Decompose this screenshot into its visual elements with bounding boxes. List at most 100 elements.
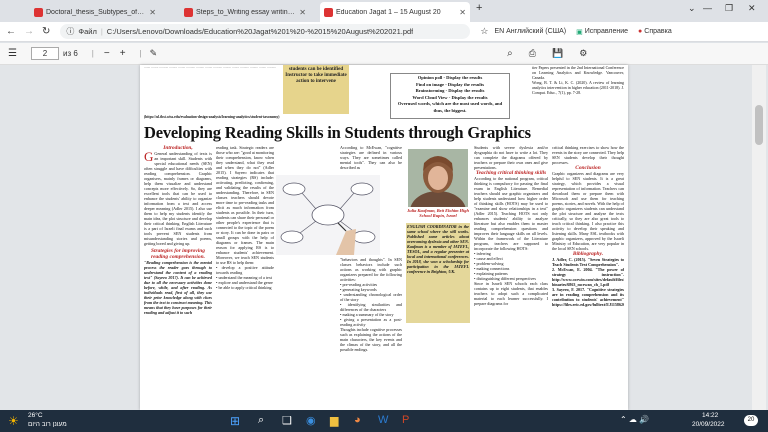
column-3-left [282, 257, 338, 410]
weather-icon: ☀ [8, 414, 19, 428]
ref-text: Wong, B. T. & Li, K. C. (2020). A review… [532, 80, 624, 95]
minimize-button[interactable]: — [703, 3, 712, 13]
pdf-file-icon [184, 7, 193, 17]
body-text: Students with severe dyslexia and/or dys… [474, 145, 548, 170]
url-field[interactable]: ⓘ Файл | C:/Users/Lenovo/Downloads/Educa… [60, 24, 471, 39]
close-tab-icon[interactable]: ✕ [299, 8, 306, 17]
tab-title: Doctoral_thesis_Subtypes_of_De [46, 8, 147, 16]
author-bio: ENGLISH COORDINATOR in the same school w… [406, 223, 470, 323]
column-6: critical thinking exercises to show how … [552, 145, 624, 410]
clock-time[interactable]: 14:22 [702, 412, 718, 419]
word-icon[interactable]: W [378, 414, 388, 426]
photo-caption: Julia Kaufman, Beit Elohim High School R… [407, 208, 469, 219]
hots-list: • inferring • cause and effect • problem… [474, 251, 536, 281]
activity-list: • pre-reading activities • generating ke… [340, 282, 402, 327]
weather-text[interactable]: מעונן רוב היום [28, 421, 67, 428]
body-text: "behaviors and thoughts". In SEN classes… [340, 257, 402, 282]
box-line: Opinion poll - Display the results [417, 75, 483, 80]
task-view-icon[interactable]: ❑ [282, 414, 292, 427]
url-text: C:/Users/Lenovo/Downloads/Education%20Ja… [106, 27, 414, 36]
section-heading: Strategies for improving reading compreh… [151, 248, 205, 260]
pdf-file-icon [34, 7, 43, 17]
page-total-label: из 6 [62, 49, 78, 58]
file-explorer-icon[interactable]: ▆ [330, 414, 338, 427]
graphic-organizer-illustration [276, 175, 380, 255]
top-left-text: ....... ........ .......... ......... ..… [144, 65, 277, 69]
zoom-in-icon[interactable]: + [120, 48, 126, 59]
bibliography-list: J. Adler, C. (2015). "Seven Strategies t… [552, 257, 624, 307]
save-icon[interactable]: 💾 [552, 48, 563, 59]
search-icon[interactable]: ⌕ [507, 48, 513, 59]
body-text: reading task. Strategic readers are thos… [216, 145, 274, 265]
scrollbar-thumb[interactable] [755, 105, 763, 145]
clock-date[interactable]: 20/09/2022 [692, 421, 725, 428]
tab-title: Steps_to_Writing essay writing b [196, 8, 297, 16]
notification-badge[interactable]: 20 [744, 415, 758, 426]
column-3-lower: "behaviors and thoughts". In SEN classes… [340, 257, 402, 410]
box-line: thus, the biggest. [433, 107, 467, 113]
print-icon[interactable]: ⎙ [529, 48, 536, 59]
pdf-viewer[interactable]: ....... ........ .......... ......... ..… [0, 65, 768, 410]
system-tray-icons[interactable]: ⌃ ☁ 🔊 [620, 415, 649, 424]
search-taskbar-icon[interactable]: ⌕ [258, 414, 264, 427]
body-text: According to the national program, criti… [474, 176, 548, 251]
url-scheme-label: Файл [78, 27, 97, 36]
box-line: Find on image - Display the results [415, 81, 485, 87]
tab-doctoral-thesis[interactable]: Doctoral_thesis_Subtypes_of_De ✕ [30, 2, 160, 22]
reload-icon[interactable]: ↻ [42, 26, 50, 37]
chrome-icon[interactable]: ◕ [354, 414, 361, 426]
zoom-out-icon[interactable]: − [104, 48, 110, 59]
settings-icon[interactable]: ⚙ [579, 48, 587, 59]
menu-icon[interactable]: ☰ [8, 48, 17, 59]
tab-search-icon[interactable]: ⌄ [688, 3, 696, 14]
box-line: Overused words, which are the most used … [397, 101, 503, 107]
powerpoint-icon[interactable]: P [402, 414, 409, 426]
article-headline: Developing Reading Skills in Students th… [144, 123, 531, 142]
column-2: reading task. Strategic readers are thos… [216, 145, 274, 410]
top-right-refs: tier Papers presented in the 2nd Interna… [532, 65, 624, 121]
close-window-button[interactable]: ✕ [748, 3, 756, 14]
citation-text: (https://ul.tbst.wiss.edu/evaluation-des… [144, 115, 280, 119]
ref-text: tier Papers presented in the 2nd Interna… [532, 65, 624, 80]
page-number-input[interactable]: 2 [30, 47, 59, 60]
browser-tab-bar: Doctoral_thesis_Subtypes_of_De ✕ Steps_t… [0, 0, 768, 22]
start-icon[interactable]: ⊞ [230, 414, 240, 428]
maximize-button[interactable]: ❐ [725, 3, 733, 14]
back-icon[interactable]: ← [6, 26, 16, 37]
forward-icon[interactable]: → [24, 26, 34, 37]
pdf-file-icon [324, 7, 333, 17]
intro-paragraph: G General understanding of texts is an im… [144, 149, 212, 246]
pdf-page: ....... ........ .......... ......... ..… [140, 65, 628, 410]
fix-extension[interactable]: ▣ Исправление [576, 28, 628, 36]
author-photo [408, 149, 468, 207]
windows-taskbar: ☀ 26°C מעונן רוב היום ⊞ ⌕ ❑ ◉ ▆ ◕ W P ⌃ … [0, 410, 768, 432]
column-5: Students with severe dyslexia and/or dys… [474, 145, 548, 410]
body-text: According to McEwan, "cognitive strategi… [340, 145, 402, 170]
bookmark-star-icon[interactable]: ☆ [480, 26, 488, 37]
body-text: Since in Israeli SEN schools each class … [474, 281, 548, 306]
strategy-list: • develop a positive attitude towards re… [216, 265, 274, 290]
tab-steps-to-writing[interactable]: Steps_to_Writing essay writing b ✕ [180, 2, 310, 22]
box-line: Brainstorming - Display the results [415, 88, 485, 94]
column-3-top: According to McEwan, "cognitive strategi… [340, 145, 402, 179]
column-1: Introduction, G General understanding of … [144, 145, 212, 410]
close-tab-icon[interactable]: ✕ [459, 8, 466, 17]
pdf-toolbar: ☰ 2 из 6 | − + | ✎ ⌕ ⎙ 💾 ⚙ [0, 43, 768, 65]
quote-paragraph: "Reading comprehension is the mental pro… [144, 260, 212, 315]
box-line: Word Cloud View - Display the results [412, 94, 488, 100]
new-tab-button[interactable]: + [476, 2, 482, 14]
body-text: critical thinking exercises to show how … [552, 145, 624, 165]
edge-icon[interactable]: ◉ [306, 414, 316, 427]
vertical-scrollbar[interactable] [752, 65, 766, 410]
help-extension[interactable]: ● Справка [638, 28, 672, 35]
intervention-box: students can be identified Instructor to… [283, 65, 349, 114]
tab-title: Education Jagat 1 – 15 August 20 [336, 8, 441, 16]
address-bar-row: ← → ↻ ⓘ Файл | C:/Users/Lenovo/Downloads… [0, 22, 768, 42]
results-box: Opinion poll - Display the results Find … [390, 73, 510, 119]
temperature[interactable]: 26°C [28, 412, 43, 419]
tab-education-jagat[interactable]: Education Jagat 1 – 15 August 20 ✕ [320, 2, 470, 22]
close-tab-icon[interactable]: ✕ [149, 8, 156, 17]
draw-icon[interactable]: ✎ [150, 48, 158, 59]
info-icon: ⓘ [66, 27, 75, 36]
language-extension[interactable]: EN Английский (США) [494, 28, 566, 35]
